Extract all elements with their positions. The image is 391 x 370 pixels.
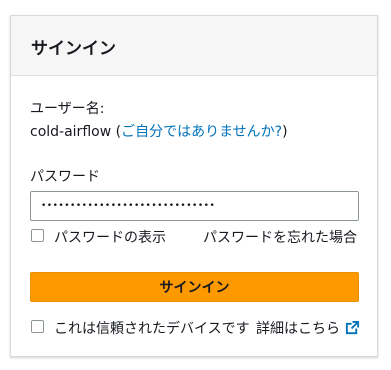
open-paren: ( [111,124,122,140]
signin-card: サインイン [10,15,378,357]
username-line: cold-airflow (ご自分ではありませんか?) [30,121,288,141]
external-link-icon[interactable] [345,320,360,335]
signin-button[interactable]: サインイン [30,272,359,302]
show-password-checkbox[interactable] [31,229,44,242]
forgot-password-link[interactable]: パスワードを忘れた場合 [203,227,357,247]
username-value: cold-airflow [30,124,112,140]
trusted-device-label[interactable]: これは信頼されたデバイスです [54,318,250,338]
signin-button-label: サインイン [159,280,230,296]
show-password-label[interactable]: パスワードの表示 [54,227,166,247]
not-you-link[interactable]: ご自分ではありませんか? [121,124,282,140]
details-link[interactable]: 詳細はこちら [256,318,340,338]
close-paren: ) [282,124,288,140]
username-label: ユーザー名: [30,101,105,117]
page-title: サインイン [31,39,116,59]
password-masked-value: •••••••••••••••••••••••••••••• [41,201,216,211]
password-input[interactable]: •••••••••••••••••••••••••••••• [30,191,359,221]
password-label: パスワード [30,169,100,185]
trusted-device-checkbox[interactable] [31,320,44,333]
card-header: サインイン [11,16,377,76]
